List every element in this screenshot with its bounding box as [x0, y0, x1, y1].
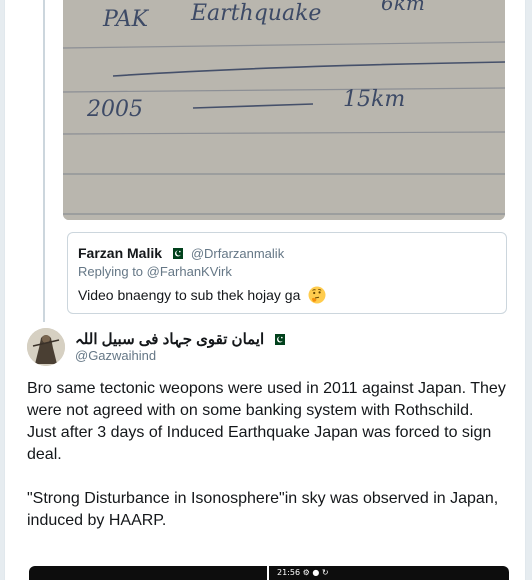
replying-to-handle-link[interactable]: @FarhanKVirk: [147, 264, 232, 279]
tweet-text: Bro same tectonic weopons were used in 2…: [27, 378, 511, 532]
status-icons: ⚙ ● ↻: [302, 568, 329, 577]
handwriting-15km: 15km: [343, 87, 405, 112]
pakistan-flag-icon: [272, 334, 286, 345]
quoted-tweet-text: Video bnaengy to sub thek hojay ga: [78, 286, 326, 304]
tweet-paragraph: Just after 3 days of Induced Earthquake …: [27, 424, 492, 463]
author-name[interactable]: ایمان تقوی جہاد فی سبیل اللہ: [75, 330, 289, 348]
tweet-photo[interactable]: PAK Earthquake 6km 2005 15km: [63, 0, 505, 220]
tweet-media[interactable]: 21:56 ⚙ ● ↻: [29, 566, 509, 580]
handwriting-pak: PAK: [102, 7, 150, 32]
notebook-photo: PAK Earthquake 6km 2005 15km: [63, 0, 505, 220]
thread-connector-line: [43, 0, 45, 322]
quoted-author-handle[interactable]: @Drfarzanmalik: [191, 246, 284, 261]
quoted-tweet-text-content: Video bnaengy to sub thek hojay ga: [78, 287, 301, 303]
avatar[interactable]: [27, 328, 65, 366]
handwriting-earthquake: Earthquake: [190, 1, 321, 26]
quoted-tweet[interactable]: Farzan Malik @Drfarzanmalik Replying to …: [67, 232, 507, 314]
replying-to: Replying to @FarhanKVirk: [78, 264, 232, 279]
tweet-paragraph: "Strong Disturbance in Isonosphere"in sk…: [27, 490, 499, 529]
pakistan-flag-icon: [169, 248, 183, 259]
tweet-card: PAK Earthquake 6km 2005 15km Farzan Mali…: [4, 0, 526, 580]
media-status-bar: 21:56 ⚙ ● ↻: [277, 568, 329, 577]
tweet-paragraph: Bro same tectonic weopons were used in 2…: [27, 380, 506, 419]
quoted-tweet-header: Farzan Malik @Drfarzanmalik: [78, 245, 284, 261]
author-handle[interactable]: @Gazwaihind: [75, 348, 156, 363]
thinking-face-icon: [308, 286, 326, 304]
handwriting-6km: 6km: [381, 0, 425, 15]
status-time: 21:56: [277, 568, 301, 577]
replying-to-prefix: Replying to: [78, 264, 144, 279]
author-name-text: ایمان تقوی جہاد فی سبیل اللہ: [75, 331, 265, 348]
handwriting-2005: 2005: [86, 97, 143, 122]
quoted-author-name[interactable]: Farzan Malik: [78, 245, 162, 261]
